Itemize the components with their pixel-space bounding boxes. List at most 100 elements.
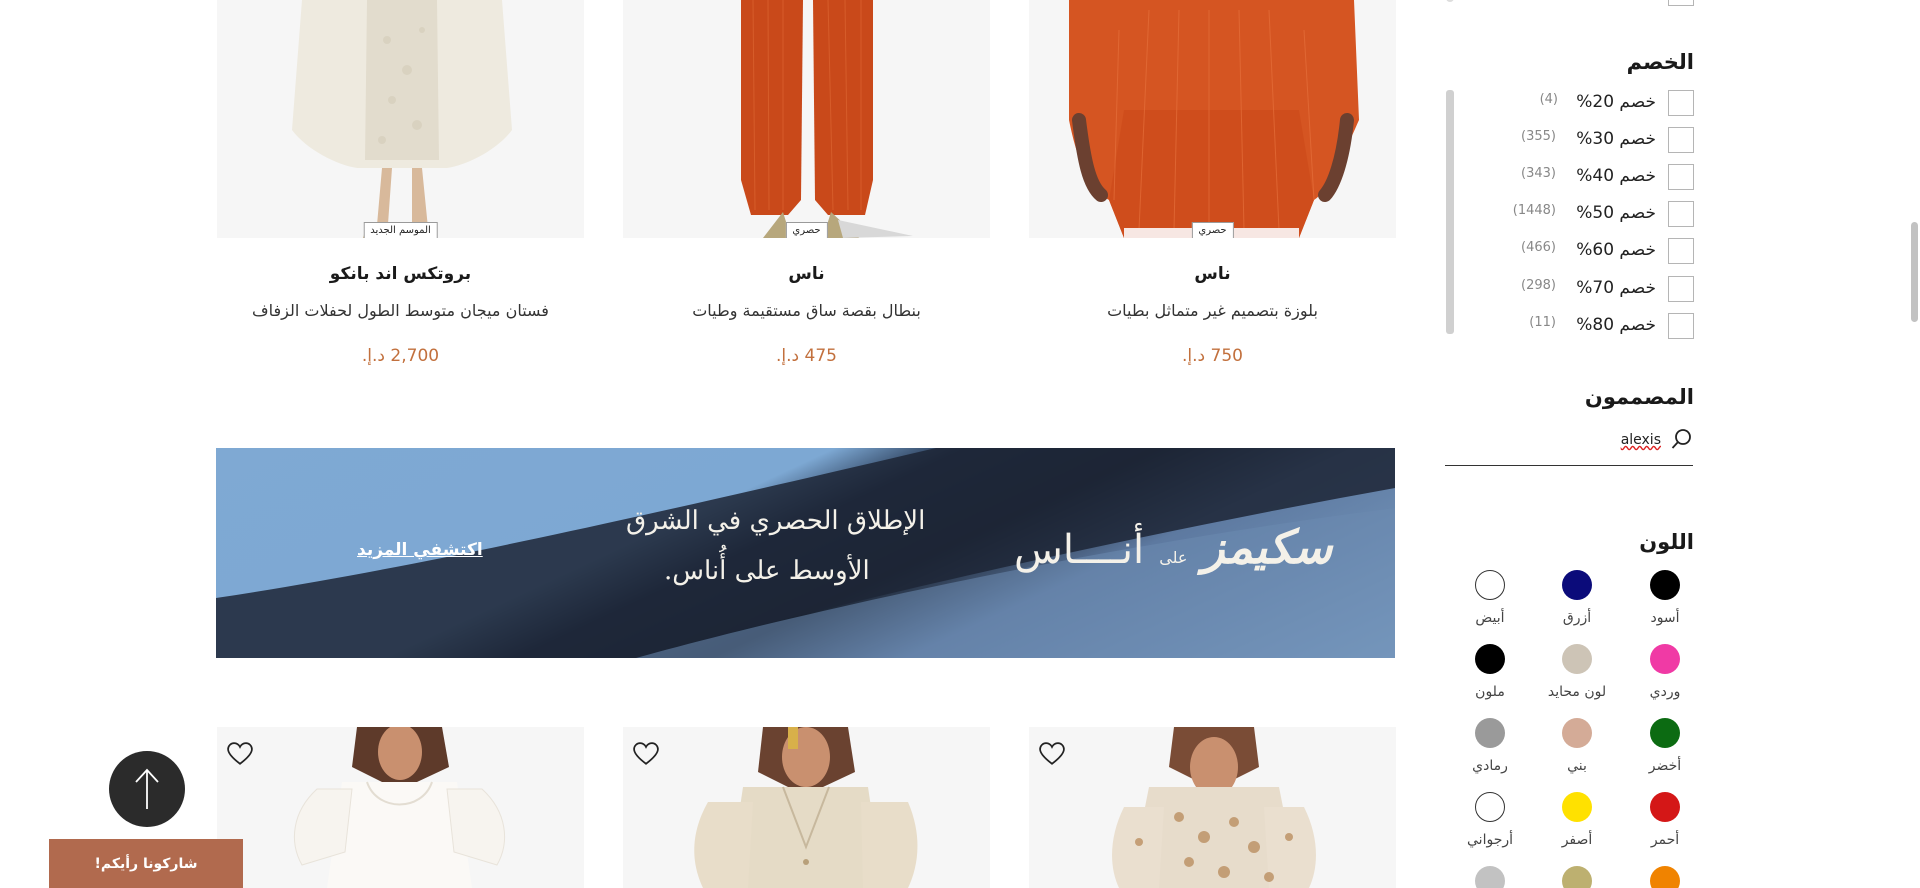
- product-image[interactable]: الموسم الجديد: [217, 0, 584, 238]
- color-label: أبيض: [1475, 610, 1505, 626]
- discount-label: خصم 30%: [1576, 129, 1656, 149]
- color-label: أزرق: [1562, 610, 1592, 626]
- model-photo: [1029, 0, 1396, 238]
- designers-filter-title: المصممون: [1584, 385, 1694, 409]
- product-name[interactable]: بلوزة بتصميم غير متماثل بطيات: [1029, 301, 1396, 320]
- discount-label: خصم 70%: [1576, 278, 1656, 298]
- product-brand[interactable]: بروتكس اند بانكو: [217, 264, 584, 284]
- product-tag: الموسم الجديد: [363, 222, 438, 238]
- discount-count: (343): [1521, 166, 1556, 181]
- product-image[interactable]: [217, 727, 584, 888]
- discount-checkbox[interactable]: [1668, 276, 1694, 302]
- logo-skims: سكيمز: [1202, 520, 1333, 574]
- discount-count: (4): [1539, 92, 1558, 107]
- color-option-grey[interactable]: رمادي: [1446, 718, 1534, 774]
- product-image[interactable]: [623, 727, 990, 888]
- color-swatch: [1475, 644, 1505, 674]
- color-label: ملون: [1475, 684, 1505, 700]
- previous-filter-bullet: [1446, 0, 1454, 2]
- discount-checkbox[interactable]: [1668, 164, 1694, 190]
- discount-checkbox[interactable]: [1668, 313, 1694, 339]
- color-swatch: [1650, 718, 1680, 748]
- product-name[interactable]: فستان ميجان متوسط الطول لحفلات الزفاف: [217, 301, 584, 320]
- color-option-gold[interactable]: [1533, 866, 1621, 888]
- discount-list-scrollbar[interactable]: [1446, 90, 1454, 334]
- color-option-white[interactable]: أبيض: [1446, 570, 1534, 626]
- model-photo: [623, 0, 990, 238]
- color-option-neutral[interactable]: لون محايد: [1533, 644, 1621, 700]
- discount-checkbox[interactable]: [1668, 127, 1694, 153]
- color-label: أحمر: [1650, 832, 1680, 848]
- discount-label: خصم 40%: [1576, 166, 1656, 186]
- color-swatch: [1475, 570, 1505, 600]
- color-option-orange[interactable]: [1621, 866, 1709, 888]
- color-label: بني: [1567, 758, 1587, 774]
- color-swatch: [1475, 866, 1505, 888]
- product-brand[interactable]: ناس: [1029, 264, 1396, 284]
- model-photo: [623, 727, 990, 888]
- model-photo: [1029, 727, 1396, 888]
- wishlist-heart-icon[interactable]: [1037, 739, 1067, 769]
- page-scrollbar-thumb[interactable]: [1911, 222, 1918, 322]
- discount-label: خصم 50%: [1576, 203, 1656, 223]
- color-label: رمادي: [1472, 758, 1508, 774]
- color-option-silver[interactable]: [1446, 866, 1534, 888]
- discount-checkbox[interactable]: [1668, 238, 1694, 264]
- discount-option[interactable]: خصم 80% (11): [1514, 313, 1694, 339]
- color-label: أخضر: [1648, 758, 1682, 774]
- discount-filter-title: الخصم: [1626, 50, 1694, 74]
- discount-option[interactable]: خصم 20% (4): [1514, 90, 1694, 116]
- product-brand[interactable]: ناس: [623, 264, 990, 284]
- color-option-red[interactable]: أحمر: [1621, 792, 1709, 848]
- skims-on-ounass-logo: سكيمز على أنــــاس: [1014, 520, 1332, 574]
- discount-count: (298): [1521, 278, 1556, 293]
- discount-label: خصم 20%: [1576, 92, 1656, 112]
- color-swatch: [1650, 792, 1680, 822]
- color-option-purple[interactable]: أرجواني: [1446, 792, 1534, 848]
- color-option-multicolor[interactable]: ملون: [1446, 644, 1534, 700]
- discount-option[interactable]: خصم 70% (298): [1514, 276, 1694, 302]
- logo-ounass: أنــــاس: [1014, 527, 1145, 573]
- product-image[interactable]: حصري: [1029, 0, 1396, 238]
- feedback-button[interactable]: شاركونا رأيكم!: [49, 839, 243, 888]
- discount-option[interactable]: خصم 60% (466): [1514, 238, 1694, 264]
- back-to-top-button[interactable]: [109, 751, 185, 827]
- designer-search-field[interactable]: alexis: [1445, 420, 1693, 466]
- discover-more-link[interactable]: اكتشفي المزيد: [357, 540, 483, 560]
- color-option-blue[interactable]: أزرق: [1533, 570, 1621, 626]
- discount-checkbox[interactable]: [1668, 201, 1694, 227]
- color-option-green[interactable]: أخضر: [1621, 718, 1709, 774]
- discount-option[interactable]: خصم 40% (343): [1514, 164, 1694, 190]
- product-tag: حصري: [1191, 222, 1234, 238]
- product-tag: حصري: [785, 222, 828, 238]
- color-swatch: [1475, 792, 1505, 822]
- color-filter-title: اللون: [1639, 530, 1694, 554]
- product-price: 475 د.إ.: [776, 346, 837, 366]
- discount-count: (1448): [1512, 203, 1556, 218]
- discount-option[interactable]: خصم 50% (1448): [1512, 201, 1694, 227]
- product-image[interactable]: [1029, 727, 1396, 888]
- product-image[interactable]: حصري: [623, 0, 990, 238]
- wishlist-heart-icon[interactable]: [631, 739, 661, 769]
- color-option-brown[interactable]: بني: [1533, 718, 1621, 774]
- search-icon[interactable]: [1671, 428, 1693, 454]
- wishlist-heart-icon[interactable]: [225, 739, 255, 769]
- designer-search-input[interactable]: alexis: [1621, 432, 1661, 448]
- discount-option[interactable]: خصم 30% (355): [1514, 127, 1694, 153]
- discount-count: (466): [1521, 240, 1556, 255]
- arrow-up-icon: [135, 768, 159, 809]
- promo-banner[interactable]: الإطلاق الحصري في الشرق الأوسط على أُناس…: [216, 448, 1395, 658]
- color-swatch: [1475, 718, 1505, 748]
- color-option-pink[interactable]: وردي: [1621, 644, 1709, 700]
- logo-on: على: [1159, 548, 1188, 567]
- previous-filter-checkbox[interactable]: [1668, 0, 1694, 6]
- color-label: أصفر: [1561, 832, 1593, 848]
- color-swatch: [1650, 866, 1680, 888]
- discount-checkbox[interactable]: [1668, 90, 1694, 116]
- product-name[interactable]: بنطال بقصة ساق مستقيمة وطيات: [623, 301, 990, 320]
- color-swatch: [1650, 644, 1680, 674]
- color-swatch: [1562, 866, 1592, 888]
- color-option-black[interactable]: أسود: [1621, 570, 1709, 626]
- color-option-yellow[interactable]: أصفر: [1533, 792, 1621, 848]
- discount-count: (355): [1521, 129, 1556, 144]
